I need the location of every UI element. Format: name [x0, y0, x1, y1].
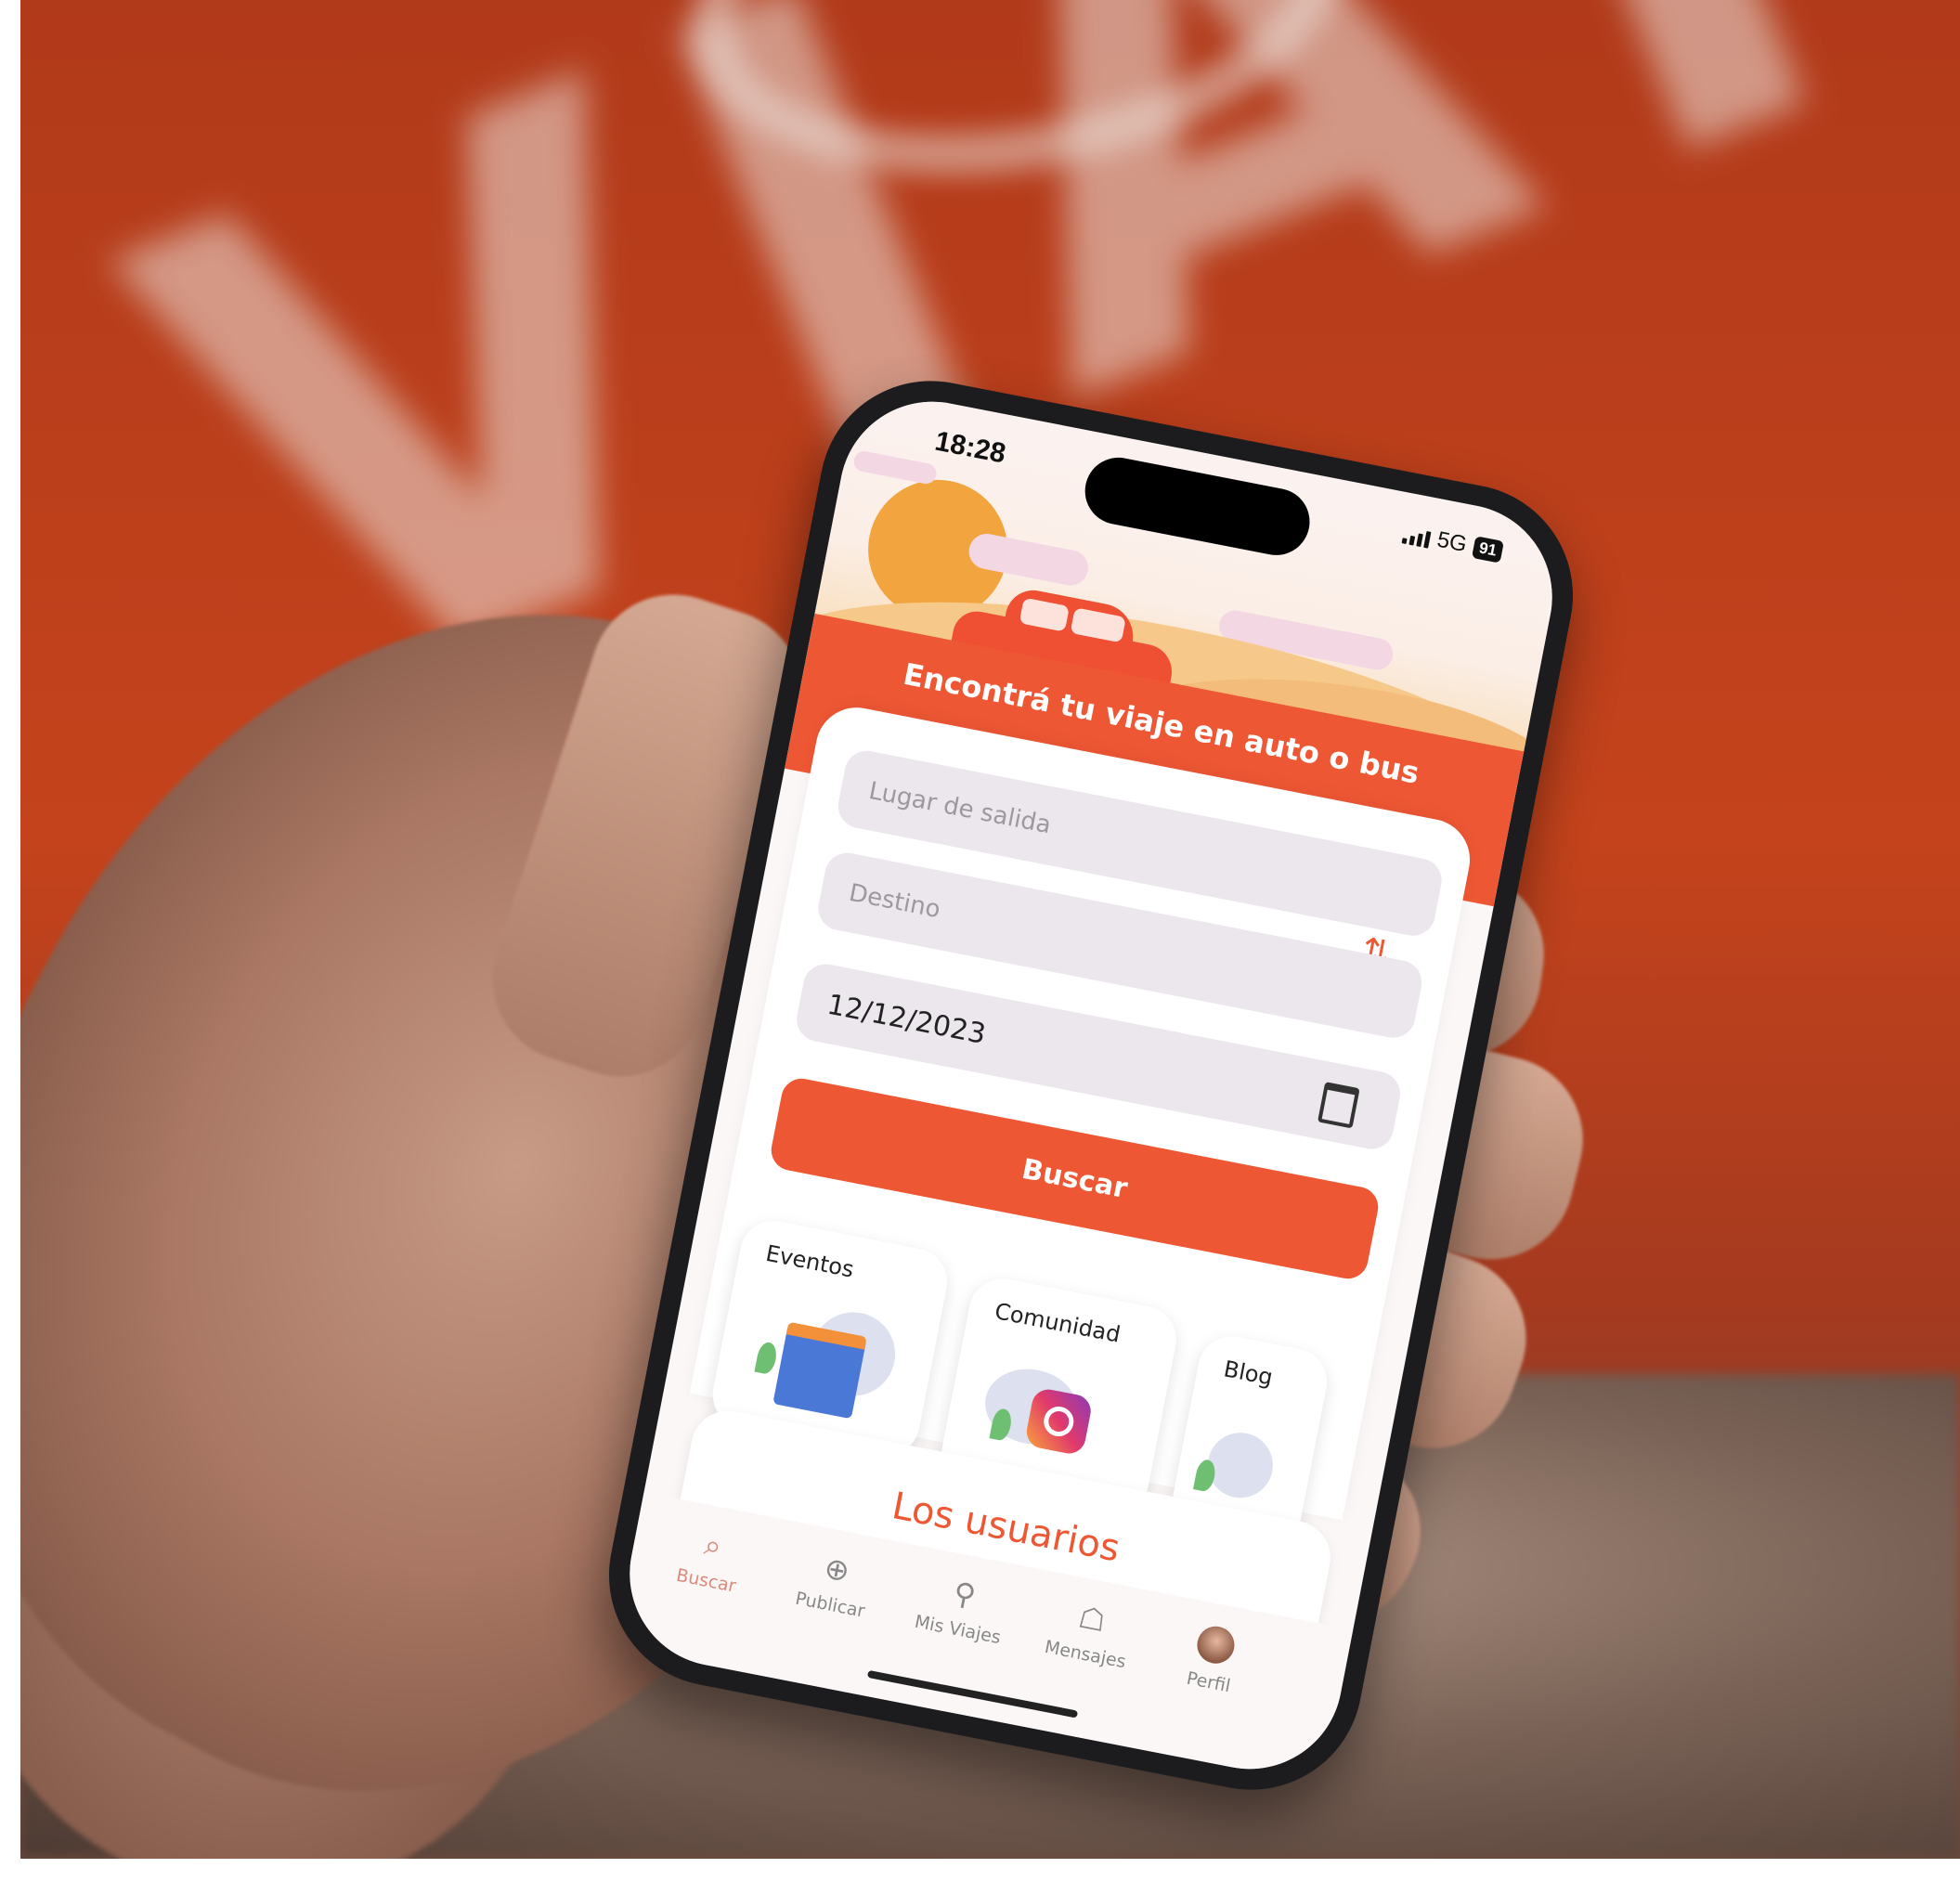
- tab-publicar[interactable]: ⊕ Publicar: [764, 1540, 903, 1627]
- tile-label: Blog: [1221, 1356, 1276, 1391]
- tab-label: Mensajes: [1043, 1636, 1128, 1673]
- status-indicators: 5G 91: [1401, 521, 1504, 565]
- plus-circle-icon: ⊕: [821, 1550, 853, 1589]
- search-card: ⇅ Buscar Eventos Comunidad: [689, 700, 1477, 1562]
- home-indicator[interactable]: [866, 1669, 1079, 1719]
- tab-mis-viajes[interactable]: ⚲ Mis Viajes: [892, 1565, 1032, 1652]
- tab-mensajes[interactable]: ☖ Mensajes: [1019, 1590, 1159, 1677]
- chat-bubbles-icon: ☖: [1075, 1599, 1110, 1640]
- tab-buscar[interactable]: ⌕ Buscar: [641, 1516, 780, 1602]
- avatar-icon: [1194, 1623, 1238, 1667]
- instagram-graphic: [1023, 1386, 1094, 1457]
- location-pin-icon: ⚲: [950, 1575, 980, 1614]
- battery-icon: 91: [1472, 536, 1504, 564]
- tab-label: Mis Viajes: [913, 1611, 1003, 1649]
- tab-perfil[interactable]: Perfil: [1143, 1615, 1283, 1705]
- tab-label: Buscar: [674, 1564, 738, 1597]
- tile-label: Comunidad: [993, 1298, 1123, 1348]
- photo-scene: VIATIK: [20, 0, 1960, 1859]
- calendar-illustration-icon: [746, 1294, 902, 1421]
- instagram-illustration-icon: [975, 1352, 1131, 1479]
- tile-label: Eventos: [763, 1239, 856, 1283]
- status-time: 18:28: [932, 425, 1008, 470]
- search-icon: ⌕: [701, 1526, 725, 1564]
- leaf: [754, 1341, 779, 1376]
- tab-label: Publicar: [793, 1588, 867, 1622]
- network-label: 5G: [1434, 526, 1470, 558]
- calendar-graphic: [772, 1321, 867, 1420]
- signal-icon: [1401, 524, 1433, 549]
- tab-label: Perfil: [1185, 1667, 1233, 1697]
